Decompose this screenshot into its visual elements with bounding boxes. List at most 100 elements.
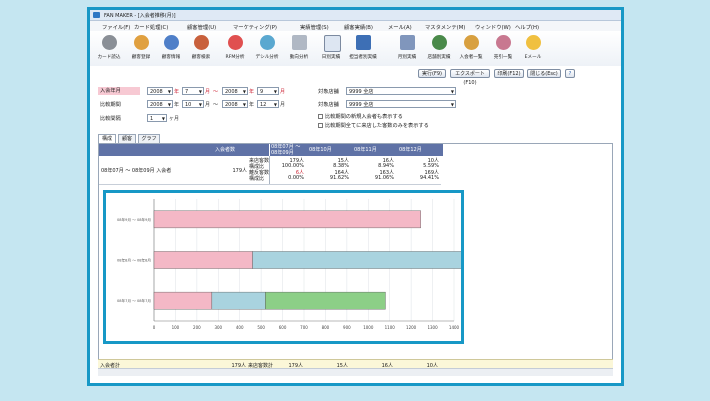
join-from-year-select[interactable]: 2008 ▼ [147, 87, 173, 95]
bar-segment [153, 251, 253, 269]
x-tick-label: 300 [214, 325, 222, 330]
tool-member-list[interactable]: 入会者一覧 [456, 33, 486, 63]
run-button[interactable]: 実行(F9) [418, 69, 446, 78]
store-label: 対象店舗 [318, 89, 339, 95]
tool-email[interactable]: Eメール [518, 33, 548, 63]
all-visits-checkbox[interactable] [318, 123, 323, 128]
bar-segment [252, 251, 461, 269]
grid-header-month-1: 08年10月 [307, 144, 353, 156]
menu-card[interactable]: カード処理(C) [134, 23, 168, 31]
tool-customer-info[interactable]: 顧客情報 [156, 33, 186, 63]
card-reader-icon [102, 35, 117, 50]
menu-marketing[interactable]: マーケティング(P) [233, 23, 277, 31]
tool-customer-search[interactable]: 顧客検索 [186, 33, 216, 63]
x-tick-label: 600 [279, 325, 287, 330]
print-button[interactable]: 印刷(F12) [494, 69, 524, 78]
compare-period-label: 比較期間 [100, 102, 121, 108]
chevron-down-icon: ▼ [167, 102, 171, 107]
y-tick-label: 08年8月 〜 08年8月 [117, 258, 151, 263]
y-tick-label: 08年9月 〜 08年9月 [117, 217, 151, 222]
bar-segment [153, 291, 213, 310]
tool-card-reader[interactable]: カード読込 [94, 33, 124, 63]
grid-header-metric [249, 144, 269, 156]
title-bar: FAN MAKER - [入会者推移(月)] [90, 10, 621, 21]
chevron-down-icon: ▼ [242, 89, 246, 94]
tool-staff[interactable]: 担当者別実績 [348, 33, 378, 63]
x-tick-label: 900 [343, 325, 351, 330]
store2-select[interactable]: 9999 全店 ▼ [346, 100, 456, 108]
app-logo-icon [93, 12, 100, 18]
new-members-checkbox[interactable] [318, 114, 323, 119]
x-tick-label: 200 [193, 325, 201, 330]
menu-help[interactable]: ヘルプ(H) [515, 23, 539, 31]
new-members-label: 比較期間の新規入会者も表示する [325, 114, 403, 120]
export-button[interactable]: エクスポート(F10) [450, 69, 490, 86]
x-tick-label: 700 [300, 325, 308, 330]
monthly-icon [400, 35, 415, 50]
menu-master[interactable]: マスタメンテ(M) [425, 23, 465, 31]
tool-discount-list[interactable]: 売引一覧 [488, 33, 518, 63]
tool-trend[interactable]: 動向分析 [284, 33, 314, 63]
grid-header-blank [99, 144, 201, 156]
x-tick-label: 100 [172, 325, 180, 330]
rfm-icon [228, 35, 243, 50]
menu-customer-results[interactable]: 顧客実績(B) [344, 23, 373, 31]
horizontal-scrollbar[interactable] [98, 368, 613, 376]
tool-decile[interactable]: デシル分析 [252, 33, 282, 63]
cmp-to-year-select[interactable]: 2008 ▼ [222, 100, 248, 108]
store2-label: 対象店舗 [318, 102, 339, 108]
tab-graph[interactable]: グラフ [138, 134, 160, 143]
member-list-icon [464, 35, 479, 50]
discount-list-icon [496, 35, 511, 50]
interval-select[interactable]: 1 ▼ [147, 114, 167, 122]
store-select[interactable]: 9999 全店 ▼ [346, 87, 456, 95]
store-icon [432, 35, 447, 50]
tool-add-customer[interactable]: 顧客登録 [126, 33, 156, 63]
menu-results[interactable]: 実績管理(S) [300, 23, 329, 31]
tab-customer[interactable]: 顧客 [118, 134, 136, 143]
cmp-from-year-select[interactable]: 2008 ▼ [147, 100, 173, 108]
join-from-month-select[interactable]: 7 ▼ [182, 87, 204, 95]
menu-window[interactable]: ウィンドウ(W) [475, 23, 511, 31]
help-icon[interactable]: ? [565, 69, 575, 78]
x-tick-label: 0 [153, 325, 156, 330]
column-divider [269, 156, 270, 184]
y-tick-label: 08年7月 〜 08年7月 [117, 298, 151, 303]
x-tick-label: 1000 [363, 325, 374, 330]
customer-search-icon [194, 35, 209, 50]
email-icon [526, 35, 541, 50]
chart-svg: 0 100 200 300 400 500 600 700 800 900 1000 1100 1200… [117, 199, 461, 330]
tool-daily[interactable]: 日別実績 [316, 33, 346, 63]
x-tick-label: 400 [236, 325, 244, 330]
close-button[interactable]: 閉じる(Esc) [527, 69, 561, 78]
menu-customer[interactable]: 顧客管理(U) [187, 23, 216, 31]
table-row[interactable]: 08年07月 〜 08年09月 入会者 179人 来店客数 構成比 離反客数 構… [99, 156, 441, 185]
chevron-down-icon: ▼ [161, 116, 165, 121]
x-tick-label: 1100 [385, 325, 396, 330]
chevron-down-icon: ▼ [450, 89, 454, 94]
bar-segment [153, 210, 421, 229]
join-to-year-select[interactable]: 2008 ▼ [222, 87, 248, 95]
add-customer-icon [134, 35, 149, 50]
cmp-to-month-select[interactable]: 12 ▼ [257, 100, 279, 108]
chevron-down-icon: ▼ [167, 89, 171, 94]
x-tick-label: 1300 [427, 325, 438, 330]
tab-composition[interactable]: 構成 [98, 134, 116, 143]
cmp-from-month-select[interactable]: 10 ▼ [182, 100, 204, 108]
x-tick-label: 500 [257, 325, 265, 330]
join-period-label: 入会年月 [98, 87, 140, 95]
bar-segment [265, 291, 386, 310]
chevron-down-icon: ▼ [273, 102, 277, 107]
tool-store[interactable]: 店舗別実績 [424, 33, 454, 63]
chevron-down-icon: ▼ [198, 102, 202, 107]
window-title: FAN MAKER - [入会者推移(月)] [104, 13, 176, 19]
decile-icon [260, 35, 275, 50]
menu-file[interactable]: ファイル(F) [102, 23, 130, 31]
x-tick-label: 800 [322, 325, 330, 330]
customer-info-icon [164, 35, 179, 50]
tool-monthly[interactable]: 月別実績 [392, 33, 422, 63]
join-to-month-select[interactable]: 9 ▼ [257, 87, 279, 95]
menu-mail[interactable]: メール(A) [388, 23, 412, 31]
grid-header-period: 08年07月 〜 08年09月 [270, 144, 307, 156]
tool-rfm[interactable]: RFM分析 [220, 33, 250, 63]
